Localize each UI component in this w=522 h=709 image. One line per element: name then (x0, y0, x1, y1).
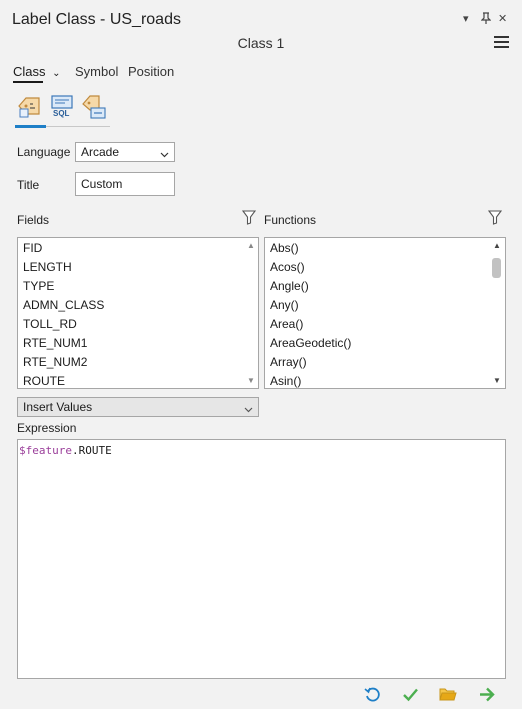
class-name: Class 1 (237, 35, 285, 51)
chevron-down-icon: ⌄ (52, 68, 61, 79)
mode-divider (46, 126, 110, 127)
list-item[interactable]: Array() (270, 355, 307, 369)
menu-icon[interactable] (494, 36, 509, 48)
scroll-down-icon[interactable]: ▼ (247, 376, 255, 385)
active-tab-indicator (13, 81, 43, 83)
open-folder-icon[interactable] (439, 686, 457, 705)
list-item[interactable]: Abs() (270, 241, 299, 255)
label-placement-icon[interactable] (81, 94, 109, 122)
list-item[interactable]: Area() (270, 317, 303, 331)
fields-header: Fields (17, 213, 50, 227)
list-item[interactable]: ADMN_CLASS (23, 298, 104, 312)
scroll-down-icon[interactable]: ▼ (493, 376, 501, 385)
list-item[interactable]: Acos() (270, 260, 305, 274)
language-value: Arcade (81, 145, 120, 159)
list-item[interactable]: RTE_NUM2 (23, 355, 87, 369)
list-item[interactable]: Angle() (270, 279, 309, 293)
dropdown-icon[interactable]: ▾ (463, 12, 469, 25)
insert-values-dropdown[interactable]: Insert Values (17, 397, 259, 417)
tab-class[interactable]: Class ⌄ (13, 64, 61, 79)
selected-mode-indicator (15, 125, 46, 128)
list-item[interactable]: FID (23, 241, 42, 255)
label-class-icon[interactable] (17, 94, 45, 122)
language-select[interactable]: Arcade (75, 142, 175, 162)
expression-editor[interactable]: $feature.ROUTE (17, 439, 506, 679)
sql-query-icon[interactable]: SQL (49, 94, 77, 122)
window-title: Label Class - US_roads (12, 11, 181, 28)
list-item[interactable]: TOLL_RD (23, 317, 77, 331)
list-item[interactable]: LENGTH (23, 260, 72, 274)
list-item[interactable]: Any() (270, 298, 299, 312)
list-item[interactable]: RTE_NUM1 (23, 336, 87, 350)
fields-list[interactable]: FID LENGTH TYPE ADMN_CLASS TOLL_RD RTE_N… (17, 237, 259, 389)
scroll-up-icon[interactable]: ▲ (247, 241, 255, 250)
insert-values-label: Insert Values (23, 400, 93, 414)
expression-rest: .ROUTE (71, 444, 112, 457)
tab-symbol[interactable]: Symbol (75, 64, 118, 79)
fields-filter-icon[interactable] (241, 210, 257, 228)
scroll-up-icon[interactable]: ▲ (493, 241, 501, 250)
scrollbar-thumb[interactable] (492, 258, 501, 278)
functions-list[interactable]: Abs() Acos() Angle() Any() Area() AreaGe… (264, 237, 506, 389)
list-item[interactable]: AreaGeodetic() (270, 336, 351, 350)
pin-icon[interactable] (480, 12, 492, 27)
tab-position[interactable]: Position (128, 64, 174, 79)
tab-class-label: Class (13, 64, 46, 79)
list-item[interactable]: Asin() (270, 374, 301, 388)
close-icon[interactable]: ✕ (498, 12, 507, 25)
history-icon[interactable] (364, 686, 381, 706)
expression-label: Expression (17, 421, 77, 435)
expression-keyword: $feature (19, 444, 72, 457)
title-label: Title (17, 178, 40, 192)
functions-header: Functions (264, 213, 317, 227)
sql-label: SQL (53, 109, 70, 118)
functions-filter-icon[interactable] (487, 210, 503, 228)
apply-arrow-icon[interactable] (478, 686, 496, 706)
chevron-down-icon (244, 402, 253, 416)
title-input[interactable]: Custom (75, 172, 175, 196)
language-label: Language (17, 145, 71, 159)
verify-icon[interactable] (402, 686, 419, 706)
chevron-down-icon (160, 147, 169, 161)
list-item[interactable]: ROUTE (23, 374, 65, 388)
list-item[interactable]: TYPE (23, 279, 54, 293)
